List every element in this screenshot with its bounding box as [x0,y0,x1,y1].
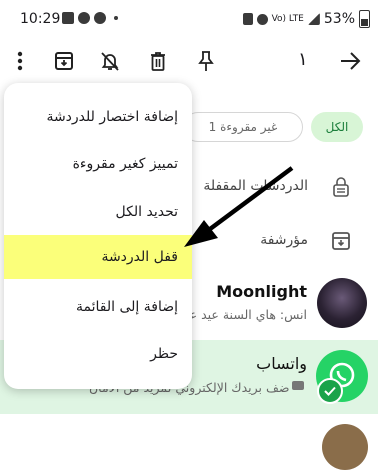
archived-label: مؤرشفة [260,232,308,248]
avatar [322,424,368,470]
mute-icon[interactable] [97,48,123,74]
menu-item-add-to-list[interactable]: إضافة إلى القائمة [4,285,192,329]
menu-item-label: تمييز كغير مقروءة [72,156,178,172]
menu-item-label: قفل الدردشة [101,249,178,265]
status-time: 10:29 [20,11,61,27]
filter-unread[interactable]: غير مقروءة 1 [183,112,303,142]
locked-chats-label: الدردشات المقفلة [203,178,308,194]
clock-icon [256,13,268,25]
menu-item-block[interactable]: حظر [4,332,192,376]
filter-all-label: الكل [325,120,349,134]
chat-preview: انس: هاي السنة عيد عيد [179,307,307,322]
menu-item-lock-chat[interactable]: قفل الدردشة [4,235,192,279]
menu-item-label: إضافة اختصار للدردشة [46,109,178,125]
gallery-icon [62,12,74,24]
battery-icon [359,10,370,28]
avatar [317,278,367,328]
signal-icon [307,13,320,25]
whatsapp-icon-2 [94,12,106,24]
filter-unread-label: غير مقروءة 1 [208,120,278,134]
battery-percent: 53% [323,11,355,27]
status-right: Vo) LTE 53% [242,10,370,28]
menu-item-label: حظر [150,346,178,362]
locked-chats-icon[interactable] [328,174,354,200]
alarm-icon [242,13,253,25]
chat-name: Moonlight [216,282,307,301]
back-arrow-icon[interactable] [337,48,363,74]
delete-icon[interactable] [145,48,171,74]
whatsapp-icon [78,12,90,24]
chat-name: واتساب [256,354,307,373]
video-icon [292,381,304,390]
archive-icon[interactable] [51,48,77,74]
archived-icon[interactable] [328,228,354,254]
notification-icons [62,12,118,24]
more-notifications-icon [114,16,118,20]
filter-all[interactable]: الكل [311,112,363,142]
selected-check-icon [317,378,343,404]
more-options-icon[interactable] [7,48,33,74]
status-bar: 10:29 Vo) LTE 53% [0,0,378,40]
menu-item-label: تحديد الكل [115,204,178,220]
selected-count: ١ [298,49,308,70]
menu-item-label: إضافة إلى القائمة [76,299,178,315]
context-menu: إضافة اختصار للدردشة تمييز كغير مقروءة ت… [4,83,192,389]
network-label: Vo) LTE [271,14,304,24]
pin-icon[interactable] [193,48,219,74]
menu-item-add-shortcut[interactable]: إضافة اختصار للدردشة [4,95,192,139]
menu-item-mark-unread[interactable]: تمييز كغير مقروءة [4,142,192,186]
menu-item-select-all[interactable]: تحديد الكل [4,190,192,234]
